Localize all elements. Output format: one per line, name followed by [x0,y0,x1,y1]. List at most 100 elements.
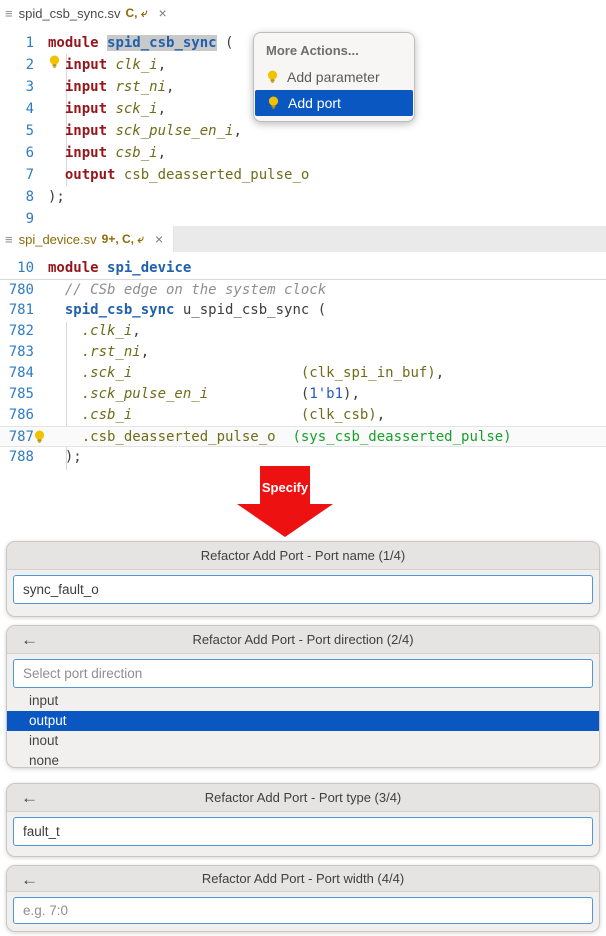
direction-option-none[interactable]: none [7,751,599,768]
tab-bar-filler [177,0,606,26]
port-width-input[interactable] [13,897,593,924]
code-line[interactable]: 782 .clk_i, [0,321,606,342]
quickinput-port-type: ← Refactor Add Port - Port type (3/4) [6,783,600,857]
back-arrow-icon[interactable]: ← [21,866,38,894]
code-area-2[interactable]: 10module spi_device780 // CSb edge on th… [0,252,606,468]
code-text: input sck_i, [48,98,166,120]
direction-option-input[interactable]: input [7,691,599,711]
code-text: spid_csb_sync u_spid_csb_sync ( [48,300,326,321]
code-text: .csb_deasserted_pulse_o (sys_csb_deasser… [48,427,512,446]
tab-decorations: 9+, C, ⤶ [102,232,144,247]
code-text: .sck_pulse_en_i (1'b1), [48,384,360,405]
code-line[interactable]: 788 ); [0,447,606,468]
code-text: input csb_i, [48,142,166,164]
arrow-head-icon [237,504,333,537]
line-number: 4 [0,98,48,120]
line-number: 783 [0,342,48,363]
dialog-title: Refactor Add Port - Port direction (2/4) [192,632,413,647]
code-line[interactable]: 781 spid_csb_sync u_spid_csb_sync ( [0,300,606,321]
menu-item-add-port[interactable]: Add port [255,90,413,116]
tab-filename: spi_device.sv [19,232,97,247]
code-line[interactable]: 780 // CSb edge on the system clock [0,279,606,300]
editor-more-icon[interactable]: ≡ [0,226,15,252]
code-text: input rst_ni, [48,76,174,98]
code-text: module spid_csb_sync ( [48,32,233,54]
port-type-input[interactable] [13,817,593,846]
tab-bar-2: ≡ spi_device.sv 9+, C, ⤶ × [0,226,606,252]
dialog-header: ← Refactor Add Port - Port direction (2/… [7,626,599,654]
dialog-header: Refactor Add Port - Port name (1/4) [7,542,599,570]
editor-more-icon[interactable]: ≡ [0,0,15,26]
code-action-menu: More Actions... Add parameter Add port [253,32,415,122]
lightbulb-icon [48,54,65,76]
back-arrow-icon[interactable]: ← [21,784,38,812]
close-icon[interactable]: × [157,5,169,21]
menu-item-add-parameter[interactable]: Add parameter [254,64,414,90]
lightbulb-icon [267,96,280,110]
tab-spid-csb-sync[interactable]: spid_csb_sync.sv C, ⤶ × [15,0,177,26]
direction-option-output[interactable]: output [7,711,599,731]
quickinput-port-direction: ← Refactor Add Port - Port direction (2/… [6,625,600,768]
direction-option-inout[interactable]: inout [7,731,599,751]
line-number: 7 [0,164,48,186]
code-text: // CSb edge on the system clock [48,280,326,300]
direction-options-list: inputoutputinoutnone [7,688,599,768]
tab-spi-device[interactable]: spi_device.sv 9+, C, ⤶ × [15,226,175,252]
tab-filename: spid_csb_sync.sv [19,6,121,21]
dialog-title: Refactor Add Port - Port type (3/4) [205,790,402,805]
line-number: 3 [0,76,48,98]
code-line[interactable]: 6 input csb_i, [0,142,606,164]
back-arrow-icon[interactable]: ← [21,626,38,654]
code-line[interactable]: 10module spi_device [0,258,606,279]
line-number: 782 [0,321,48,342]
code-text: .sck_i (clk_spi_in_buf), [48,363,444,384]
code-line[interactable]: 5 input sck_pulse_en_i, [0,120,606,142]
code-text: input sck_pulse_en_i, [48,120,242,142]
port-name-input[interactable] [13,575,593,604]
code-line[interactable]: 787 .csb_deasserted_pulse_o (sys_csb_dea… [0,426,606,447]
editor-spi-device: ≡ spi_device.sv 9+, C, ⤶ × 10module spi_… [0,226,606,468]
code-line[interactable]: 785 .sck_pulse_en_i (1'b1), [0,384,606,405]
line-number: 10 [0,258,48,279]
line-number: 5 [0,120,48,142]
quickinput-port-width: ← Refactor Add Port - Port width (4/4) [6,865,600,932]
code-line[interactable]: 8); [0,186,606,208]
line-number: 788 [0,447,48,468]
line-number: 785 [0,384,48,405]
screenshot-root: ≡ spid_csb_sync.sv C, ⤶ × 1module spid_c… [0,0,606,936]
line-number: 1 [0,32,48,54]
line-number: 6 [0,142,48,164]
code-line[interactable]: 7 output csb_deasserted_pulse_o [0,164,606,186]
code-line[interactable]: 786 .csb_i (clk_csb), [0,405,606,426]
code-line[interactable]: 783 .rst_ni, [0,342,606,363]
specify-arrow: Specify [237,466,333,536]
line-number: 780 [0,280,48,300]
menu-item-label: Add parameter [287,69,380,85]
code-text: .csb_i (clk_csb), [48,405,385,426]
line-number: 2 [0,54,48,76]
lightbulb-icon [266,70,279,84]
code-text: module spi_device [48,258,191,279]
port-direction-input[interactable] [13,659,593,688]
code-text: ); [48,186,65,208]
menu-header: More Actions... [254,39,414,64]
code-line[interactable]: 784 .sck_i (clk_spi_in_buf), [0,363,606,384]
dialog-header: ← Refactor Add Port - Port type (3/4) [7,784,599,812]
tab-bar-filler [174,226,606,252]
line-number: 8 [0,186,48,208]
code-text: input clk_i, [48,54,166,76]
tab-bar-1: ≡ spid_csb_sync.sv C, ⤶ × [0,0,606,26]
editor-spid-csb-sync: ≡ spid_csb_sync.sv C, ⤶ × 1module spid_c… [0,0,606,226]
dialog-title: Refactor Add Port - Port width (4/4) [202,871,404,886]
line-number: 786 [0,405,48,426]
tab-decorations: C, ⤶ [125,6,147,21]
quickinput-port-name: Refactor Add Port - Port name (1/4) [6,541,600,617]
line-number: 784 [0,363,48,384]
arrow-label: Specify [237,480,333,495]
code-text: .rst_ni, [48,342,149,363]
line-number: 781 [0,300,48,321]
close-icon[interactable]: × [153,231,165,247]
dialog-header: ← Refactor Add Port - Port width (4/4) [7,866,599,892]
dialog-title: Refactor Add Port - Port name (1/4) [201,548,405,563]
code-text: output csb_deasserted_pulse_o [48,164,309,186]
